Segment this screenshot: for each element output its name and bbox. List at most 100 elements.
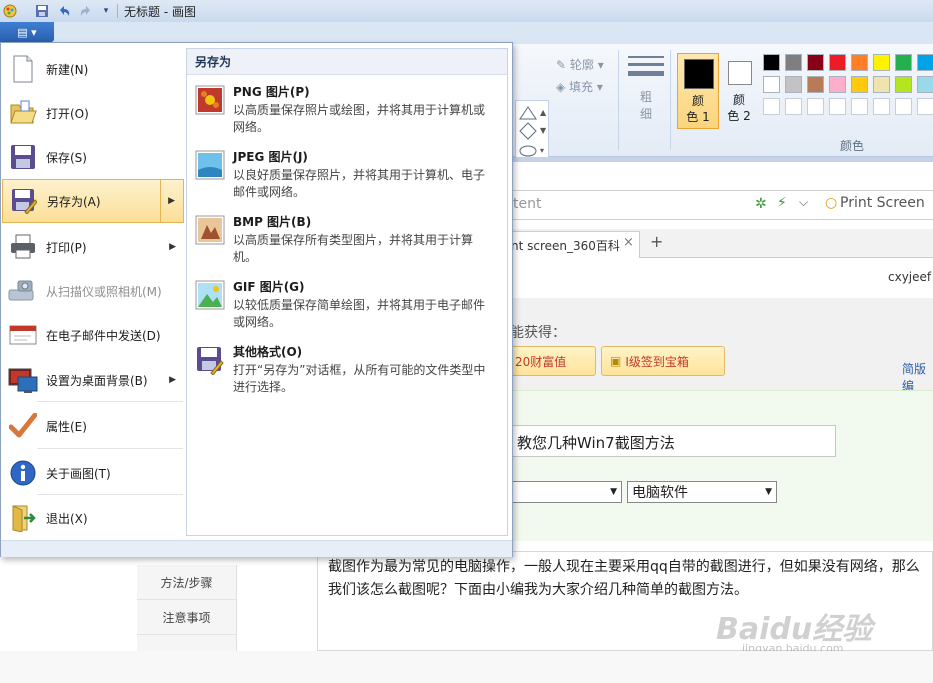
palette-swatch[interactable] <box>895 54 912 71</box>
redo-icon[interactable] <box>78 3 94 19</box>
palette-swatch-empty[interactable] <box>851 98 868 115</box>
palette-swatch-empty[interactable] <box>829 98 846 115</box>
category-select-2[interactable]: 电脑软件 ▼ <box>627 481 777 503</box>
palette-swatch[interactable] <box>851 76 868 93</box>
palette-swatch[interactable] <box>829 54 846 71</box>
palette-swatch-empty[interactable] <box>873 98 890 115</box>
save-as-bmp[interactable]: BMP 图片(B) 以高质量保存所有类型图片，并将其用于计算机。 <box>187 211 507 273</box>
palette-swatch[interactable] <box>917 76 933 93</box>
nav-item-steps[interactable]: 方法/步骤 <box>137 565 236 600</box>
save-as-icon <box>9 186 39 216</box>
save-as-jpeg[interactable]: JPEG 图片(J) 以良好质量保存照片，并将其用于计算机、电子邮件或网络。 <box>187 146 507 208</box>
size-button[interactable]: 粗 细 <box>628 56 664 122</box>
colors-group-label: 颜色 <box>840 139 865 153</box>
menu-item-properties[interactable]: 属性(E) <box>2 404 184 448</box>
title-bar: ▾ 无标题 - 画图 <box>0 0 933 23</box>
shapes-gallery[interactable]: ▲ ▼ ▾ <box>515 100 549 162</box>
menu-item-save-as[interactable]: 另存为(A) ▶ <box>2 179 184 223</box>
file-menu-button[interactable]: ▤ ▾ <box>0 22 54 42</box>
new-tab-icon[interactable]: + <box>650 232 663 251</box>
palette-swatch-empty[interactable] <box>763 98 780 115</box>
browser-tab[interactable]: nt screen_360百科 × <box>508 231 640 258</box>
ribbon-divider <box>618 50 619 150</box>
palette-swatch[interactable] <box>873 76 890 93</box>
browser-address-bar[interactable]: tent ✲ ⚡ ⌵ ○ Print Screen <box>508 190 933 220</box>
reward-prompt: 能获得： <box>510 325 566 341</box>
palette-swatch-empty[interactable] <box>917 98 933 115</box>
save-as-png[interactable]: PNG 图片(P) 以高质量保存照片或绘图，并将其用于计算机或网络。 <box>187 81 507 143</box>
color2-label-a: 颜 <box>732 93 745 107</box>
category-select-1[interactable]: ▼ <box>508 481 622 503</box>
palette-swatch[interactable] <box>895 76 912 93</box>
search-engine-icon: ○ <box>825 195 838 211</box>
printer-icon <box>8 232 38 262</box>
svg-text:▾: ▾ <box>540 146 544 155</box>
article-title-input[interactable]: 教您几种Win7截图方法 <box>508 425 836 457</box>
menu-item-label: 从扫描仪或照相机(M) <box>46 284 162 299</box>
menu-item-label: 在电子邮件中发送(D) <box>46 328 161 343</box>
palette-swatch[interactable] <box>829 76 846 93</box>
bmp-title: BMP 图片(B) <box>233 215 312 229</box>
color2-button[interactable]: 颜 色 2 <box>724 53 756 129</box>
fill-tool[interactable]: ◈ 填充 ▾ <box>556 78 603 95</box>
menu-item-exit[interactable]: 退出(X) <box>2 496 184 540</box>
customize-toolbar-icon[interactable]: ▾ <box>98 3 114 19</box>
file-menu: 新建(N) 打开(O) 保存(S) 另存为(A) ▶ 打印(P) ▶ 从扫描仪或… <box>0 42 513 557</box>
color1-button[interactable]: 颜 色 1 <box>677 53 719 129</box>
username[interactable]: cxyjeef <box>888 270 931 284</box>
menu-item-print[interactable]: 打印(P) ▶ <box>2 225 184 269</box>
address-text: tent <box>513 196 542 212</box>
palette-swatch-empty[interactable] <box>895 98 912 115</box>
palette-swatch[interactable] <box>763 54 780 71</box>
menu-item-label: 保存(S) <box>46 150 87 165</box>
info-icon <box>8 458 38 488</box>
page-bottom <box>0 651 933 683</box>
gif-description: 以较低质量保存简单绘图，并将其用于电子邮件或网络。 <box>233 298 486 329</box>
menu-separator <box>37 494 183 495</box>
gif-title: GIF 图片(G) <box>233 280 305 294</box>
menu-item-about[interactable]: 关于画图(T) <box>2 451 184 495</box>
menu-item-new[interactable]: 新建(N) <box>2 47 184 91</box>
save-icon[interactable] <box>34 3 50 19</box>
menu-item-save[interactable]: 保存(S) <box>2 135 184 179</box>
dropdown-icon[interactable]: ⌵ <box>799 195 808 210</box>
undo-icon[interactable] <box>56 3 72 19</box>
menu-item-scanner[interactable]: 从扫描仪或照相机(M) <box>2 269 184 313</box>
email-icon <box>8 320 38 350</box>
exit-icon <box>8 503 38 533</box>
save-as-gif[interactable]: GIF 图片(G) 以较低质量保存简单绘图，并将其用于电子邮件或网络。 <box>187 276 507 338</box>
save-as-submenu: 另存为 PNG 图片(P) 以高质量保存照片或绘图，并将其用于计算机或网络。 J… <box>186 48 508 536</box>
file-menu-icon: ▤ ▾ <box>17 25 37 39</box>
article-content-text: 截图作为最为常见的电脑操作，一般人现在主要采用qq自带的截图进行，但如果没有网络… <box>328 559 920 598</box>
palette-swatch[interactable] <box>807 54 824 71</box>
palette-swatch[interactable] <box>785 76 802 93</box>
select-arrow-icon: ▼ <box>765 487 772 497</box>
palette-swatch[interactable] <box>807 76 824 93</box>
bmp-description: 以高质量保存所有类型图片，并将其用于计算机。 <box>233 233 474 264</box>
sign-in-box-button[interactable]: ▣ Ⅰ级签到宝箱 <box>601 346 725 376</box>
palette-swatch-empty[interactable] <box>807 98 824 115</box>
simple-edit-link[interactable]: 简版编 <box>902 360 933 394</box>
palette-swatch[interactable] <box>873 54 890 71</box>
tab-close-icon[interactable]: × <box>623 235 634 250</box>
palette-swatch[interactable] <box>763 76 780 93</box>
menu-item-desktop-bg[interactable]: 设置为桌面背景(B) ▶ <box>2 358 184 402</box>
save-as-other[interactable]: 其他格式(O) 打开“另存为”对话框，从所有可能的文件类型中进行选择。 <box>187 341 507 403</box>
palette-swatch[interactable] <box>917 54 933 71</box>
jpeg-title: JPEG 图片(J) <box>233 150 308 164</box>
menu-item-label: 关于画图(T) <box>46 466 111 481</box>
palette-swatch[interactable] <box>851 54 868 71</box>
menu-item-open[interactable]: 打开(O) <box>2 91 184 135</box>
treasure-icon: ▣ <box>610 354 622 368</box>
wealth-button[interactable]: 20财富值 <box>510 346 596 376</box>
save-disk-icon <box>8 142 38 172</box>
menu-item-label: 属性(E) <box>46 419 87 434</box>
nav-item-notes[interactable]: 注意事项 <box>137 600 236 635</box>
palette-swatch[interactable] <box>785 54 802 71</box>
submenu-arrow-icon: ▶ <box>168 196 175 206</box>
menu-separator <box>37 448 183 449</box>
outline-tool[interactable]: ✎ 轮廓 ▾ <box>556 56 604 73</box>
menu-separator <box>37 401 183 402</box>
palette-swatch-empty[interactable] <box>785 98 802 115</box>
menu-item-email[interactable]: 在电子邮件中发送(D) <box>2 313 184 357</box>
